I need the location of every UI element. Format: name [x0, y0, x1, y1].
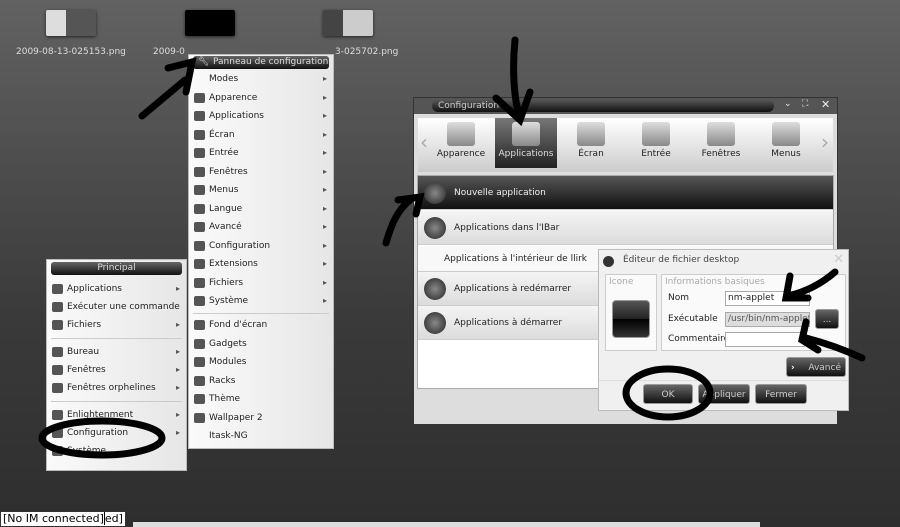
arrow-annotation — [138, 57, 197, 120]
circle-annotation — [622, 365, 714, 421]
annotation-marks — [38, 36, 866, 459]
arrow-annotation — [781, 268, 839, 302]
arrow-annotation — [492, 36, 534, 127]
circle-annotation — [38, 417, 166, 459]
arrow-annotation — [798, 318, 866, 362]
arrow-annotation — [382, 192, 425, 247]
